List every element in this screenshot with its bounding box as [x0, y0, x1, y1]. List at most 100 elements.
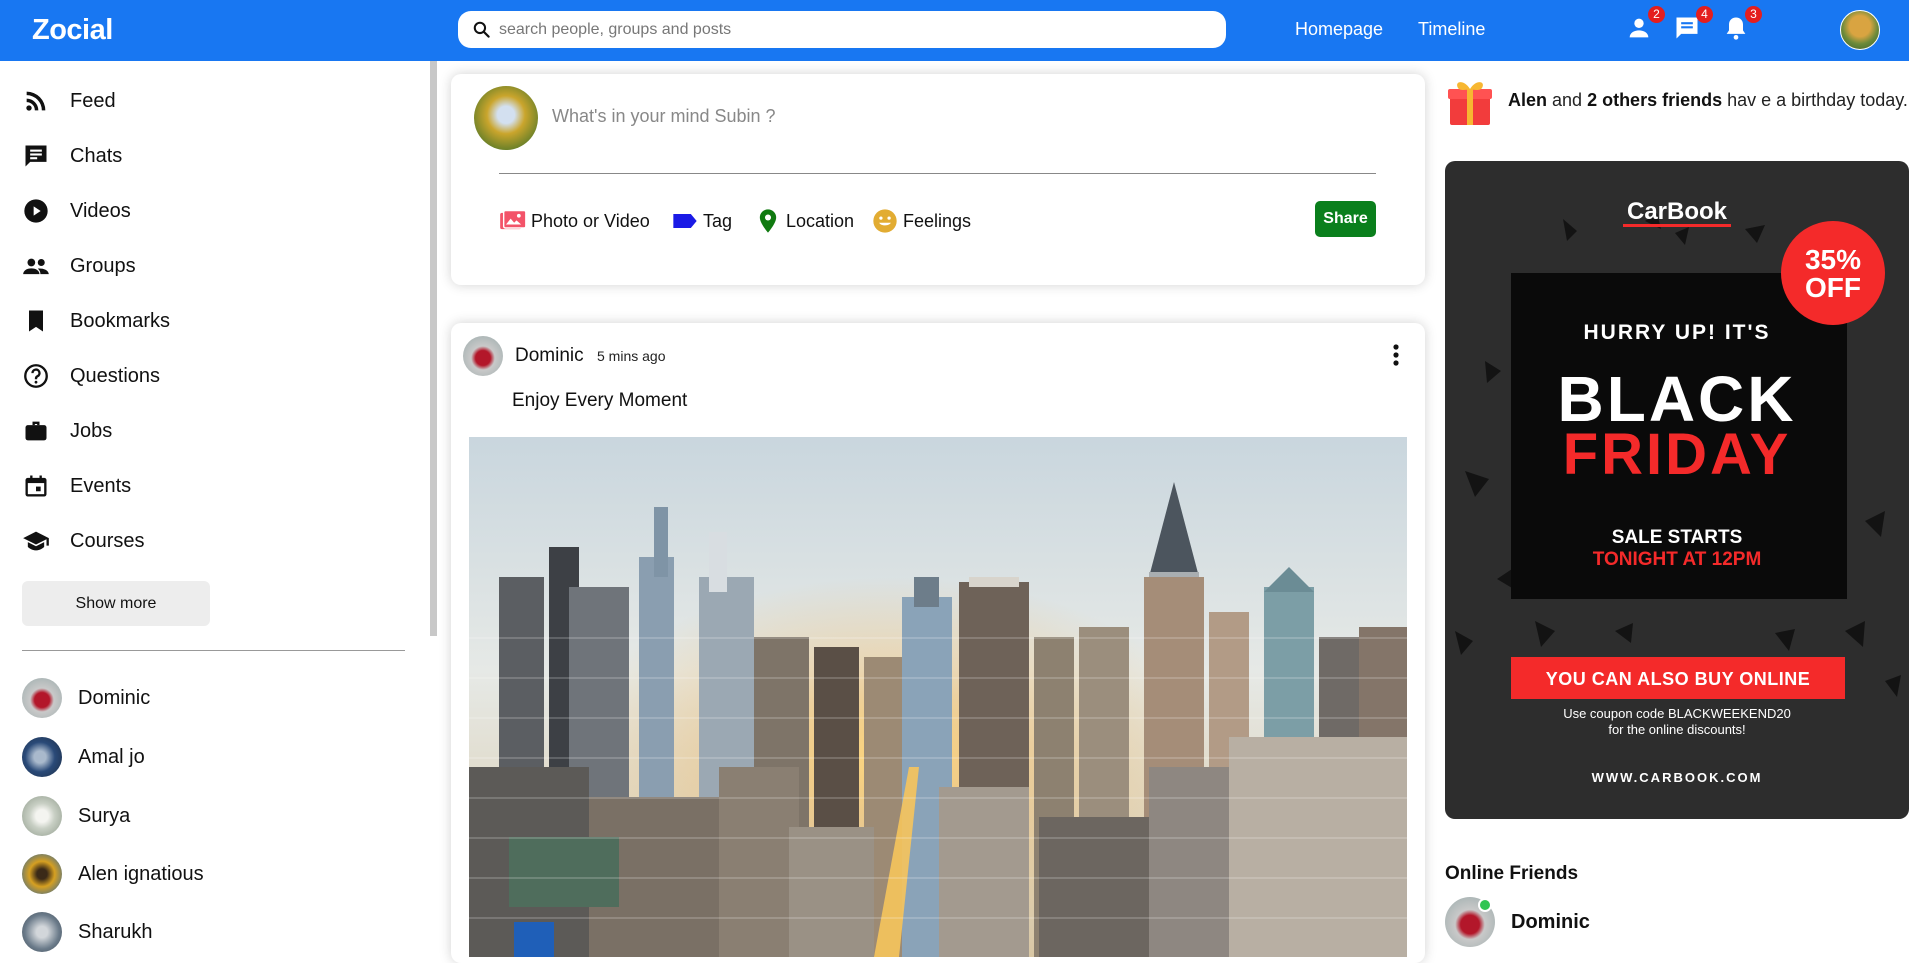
messages-button[interactable]: 4 — [1673, 6, 1713, 44]
ad-url: WWW.CARBOOK.COM — [1592, 770, 1763, 785]
school-icon — [23, 531, 49, 551]
sidebar-item-label: Chats — [70, 144, 123, 167]
sidebar-item-videos[interactable]: Videos — [22, 196, 131, 226]
sidebar-divider — [22, 650, 405, 651]
post-timestamp: 5 mins ago — [597, 348, 666, 364]
post-image[interactable] — [469, 437, 1407, 957]
rss-icon — [26, 91, 46, 111]
left-sidebar: Feed Chats Videos Groups Bookmarks Quest… — [0, 61, 432, 952]
online-friends-title: Online Friends — [1445, 863, 1579, 884]
share-option-feelings[interactable]: Feelings — [871, 206, 971, 236]
search-bar[interactable] — [458, 11, 1226, 48]
birthday-connector: and — [1547, 89, 1588, 110]
avatar — [474, 86, 538, 150]
ad-coupon-line2: for the online discounts! — [1608, 722, 1745, 737]
post-options-button[interactable] — [1384, 340, 1408, 370]
sidebar-item-label: Feed — [70, 89, 116, 112]
sidebar-item-bookmarks[interactable]: Bookmarks — [22, 306, 170, 336]
sidebar-item-label: Events — [70, 474, 132, 497]
sidebar-item-label: Courses — [70, 529, 145, 552]
post-input[interactable] — [552, 106, 1352, 127]
share-option-label: Feelings — [903, 210, 972, 231]
friend-item-sharukh[interactable]: Sharukh — [22, 912, 153, 952]
birthday-notice: Alen and 2 others friends hav e a birthd… — [1446, 72, 1908, 128]
photo-icon — [500, 209, 527, 230]
notifications-button[interactable]: 3 — [1722, 6, 1762, 44]
location-pin-icon — [759, 209, 777, 233]
sidebar-item-label: Questions — [70, 364, 161, 387]
sidebar-item-feed[interactable]: Feed — [22, 86, 116, 116]
help-circle-icon — [24, 364, 48, 388]
more-vertical-icon — [1393, 344, 1399, 366]
ad-banner[interactable]: CarBook 35% OFF HURRY UP! IT'S BLACK FRI… — [1445, 161, 1909, 819]
friend-name: Sharukh — [78, 920, 153, 943]
avatar — [22, 737, 62, 777]
share-button[interactable]: Share — [1315, 201, 1376, 237]
gift-icon — [1448, 82, 1492, 125]
friend-name: Surya — [78, 804, 131, 827]
profile-avatar[interactable] — [1840, 10, 1880, 50]
nav-link-timeline[interactable]: Timeline — [1418, 19, 1485, 40]
share-option-tag[interactable]: Tag — [671, 206, 732, 236]
share-option-label: Tag — [703, 210, 733, 231]
online-friend-item[interactable]: Dominic — [1445, 897, 1590, 947]
ad-discount-off: OFF — [1805, 272, 1861, 303]
share-card: Photo or Video Tag Location Feelings Sha… — [451, 74, 1425, 285]
birthday-others[interactable]: 2 others friends — [1587, 90, 1722, 110]
avatar — [22, 796, 62, 836]
friend-name: Dominic — [78, 686, 151, 709]
ad-graphic: CarBook 35% OFF HURRY UP! IT'S BLACK FRI… — [1455, 198, 1901, 785]
sidebar-scrollbar[interactable] — [430, 61, 437, 636]
search-icon — [473, 21, 490, 38]
post-text: Enjoy Every Moment — [512, 390, 688, 411]
sidebar-item-events[interactable]: Events — [22, 471, 131, 501]
sidebar-item-jobs[interactable]: Jobs — [22, 416, 112, 446]
group-icon — [23, 258, 49, 275]
briefcase-icon — [25, 421, 47, 441]
city-skyline-image — [469, 437, 1407, 957]
ad-line-hurry: HURRY UP! IT'S — [1583, 321, 1770, 344]
sidebar-item-label: Bookmarks — [70, 309, 171, 332]
show-more-button[interactable]: Show more — [22, 581, 210, 626]
ad-sale-time: TONIGHT AT 12PM — [1593, 549, 1762, 570]
friend-item-surya[interactable]: Surya — [22, 796, 130, 836]
sidebar-item-chats[interactable]: Chats — [22, 141, 122, 171]
ad-discount-percent: 35% — [1805, 244, 1861, 275]
sidebar-item-questions[interactable]: Questions — [22, 361, 160, 391]
share-option-location[interactable]: Location — [754, 206, 854, 236]
birthday-name[interactable]: Alen — [1508, 90, 1547, 110]
nav-link-homepage[interactable]: Homepage — [1295, 19, 1383, 40]
post-card: Dominic 5 mins ago Enjoy Every Moment — [451, 323, 1425, 963]
share-option-photo-video[interactable]: Photo or Video — [499, 206, 650, 236]
birthday-text: Alen and 2 others friends hav e a birthd… — [1508, 90, 1908, 111]
friend-item-amal-jo[interactable]: Amal jo — [22, 737, 145, 777]
ad-coupon-line1: Use coupon code BLACKWEEKEND20 — [1563, 706, 1791, 721]
messages-badge: 4 — [1696, 6, 1713, 23]
ad-brand: CarBook — [1627, 198, 1728, 225]
avatar[interactable] — [463, 336, 503, 376]
post-author[interactable]: Dominic — [515, 345, 584, 367]
friend-item-dominic[interactable]: Dominic — [22, 678, 150, 718]
sidebar-item-label: Jobs — [70, 419, 113, 442]
tag-icon — [673, 214, 697, 228]
avatar — [1445, 897, 1495, 947]
sidebar-item-label: Groups — [70, 254, 136, 277]
calendar-icon — [25, 475, 47, 497]
avatar — [22, 912, 62, 952]
friend-requests-button[interactable]: 2 — [1625, 6, 1665, 44]
smiley-icon — [873, 209, 897, 233]
sidebar-item-groups[interactable]: Groups — [22, 251, 136, 281]
ad-line-friday: FRIDAY — [1563, 422, 1792, 487]
share-option-label: Photo or Video — [531, 210, 650, 231]
play-circle-icon — [24, 199, 48, 223]
friend-requests-badge: 2 — [1648, 6, 1665, 23]
friend-item-alen-ignatious[interactable]: Alen ignatious — [22, 854, 204, 894]
top-navbar: Zocial Homepage Timeline 2 4 3 — [0, 0, 1909, 61]
ad-sale-starts: SALE STARTS — [1612, 527, 1743, 548]
friend-name: Amal jo — [78, 745, 145, 768]
sidebar-item-courses[interactable]: Courses — [22, 526, 144, 556]
search-input[interactable] — [499, 20, 1199, 39]
ad-banner-text: YOU CAN ALSO BUY ONLINE — [1546, 669, 1811, 689]
chat-icon — [25, 145, 47, 167]
app-logo[interactable]: Zocial — [32, 14, 113, 47]
